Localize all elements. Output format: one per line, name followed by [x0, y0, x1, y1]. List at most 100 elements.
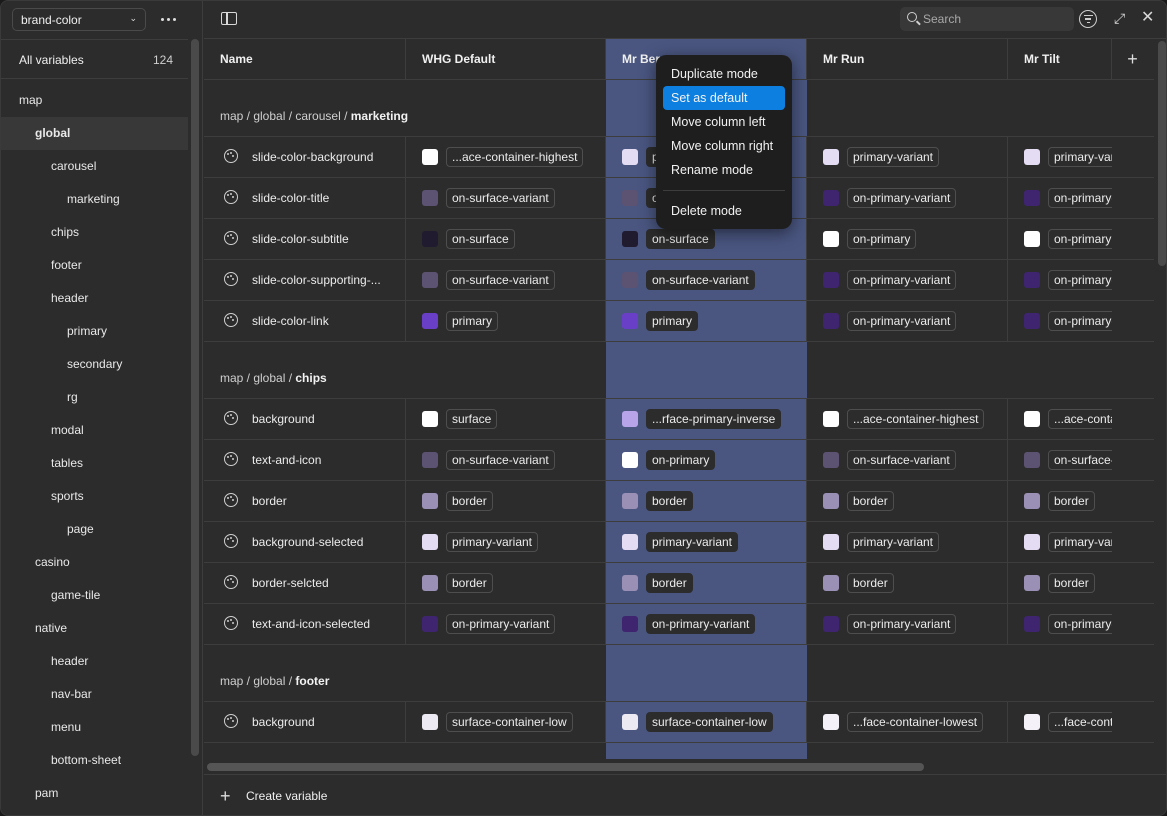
color-swatch[interactable]	[1024, 190, 1040, 206]
color-swatch[interactable]	[622, 190, 638, 206]
value-cell[interactable]: primary-variant	[807, 522, 1008, 562]
color-swatch[interactable]	[1024, 411, 1040, 427]
alias-chip[interactable]: primary-variant	[1048, 532, 1112, 552]
value-cell[interactable]: primary	[606, 301, 807, 341]
value-cell[interactable]: primary-variant	[1008, 137, 1112, 177]
alias-chip[interactable]: on-surface-variant	[446, 188, 555, 208]
all-variables-item[interactable]: All variables 124	[1, 39, 188, 79]
column-header-mr-run[interactable]: Mr Run	[807, 39, 1008, 80]
tree-item-carousel[interactable]: carousel	[1, 150, 188, 183]
value-cell[interactable]: on-primary-variant	[807, 260, 1008, 300]
value-cell[interactable]: border	[606, 563, 807, 603]
tree-item-game-tile[interactable]: game-tile	[1, 579, 188, 612]
color-swatch[interactable]	[422, 616, 438, 632]
variable-name-cell[interactable]: slide-color-subtitle	[204, 219, 406, 259]
alias-chip[interactable]: on-surface-variant	[847, 450, 956, 470]
value-cell[interactable]: ...face-container-lowest	[807, 702, 1008, 742]
value-cell[interactable]: on-primary-variant	[1008, 260, 1112, 300]
color-swatch[interactable]	[823, 411, 839, 427]
value-cell[interactable]: on-primary-variant	[1008, 604, 1112, 644]
value-cell[interactable]: on-surface-variant	[406, 178, 606, 218]
color-swatch[interactable]	[823, 575, 839, 591]
value-cell[interactable]: ...face-container-lowest	[1008, 702, 1112, 742]
tree-item-sports[interactable]: sports	[1, 480, 188, 513]
variable-name-cell[interactable]: background-selected	[204, 522, 406, 562]
alias-chip[interactable]: primary	[646, 311, 699, 331]
alias-chip[interactable]: on-surface	[646, 229, 715, 249]
color-swatch[interactable]	[622, 272, 638, 288]
table-row[interactable]: border-selcted border border border border	[204, 563, 1154, 604]
alias-chip[interactable]: on-surface-variant	[1048, 450, 1112, 470]
color-swatch[interactable]	[622, 231, 638, 247]
color-swatch[interactable]	[1024, 272, 1040, 288]
table-row[interactable]: slide-color-link primary primary on-primary…	[204, 301, 1154, 342]
variable-name-cell[interactable]: text-and-icon	[204, 440, 406, 480]
alias-chip[interactable]: surface	[446, 409, 498, 429]
value-cell[interactable]: ...ace-container-highest	[1008, 399, 1112, 439]
color-swatch[interactable]	[1024, 575, 1040, 591]
tree-item-header[interactable]: header	[1, 282, 188, 315]
menu-item-duplicate-mode[interactable]: Duplicate mode	[663, 62, 785, 86]
more-options-icon[interactable]	[158, 10, 178, 28]
color-swatch[interactable]	[622, 411, 638, 427]
tree-item-rg[interactable]: rg	[1, 381, 188, 414]
color-swatch[interactable]	[422, 149, 438, 165]
variable-name-cell[interactable]: text-and-icon-selected	[204, 604, 406, 644]
color-swatch[interactable]	[422, 575, 438, 591]
color-swatch[interactable]	[823, 313, 839, 329]
value-cell[interactable]: border	[1008, 481, 1112, 521]
menu-item-rename-mode[interactable]: Rename mode	[663, 158, 785, 182]
alias-chip[interactable]: primary-variant	[847, 532, 940, 552]
tree-item-header[interactable]: header	[1, 645, 188, 678]
color-swatch[interactable]	[823, 493, 839, 509]
tree-item-marketing[interactable]: marketing	[1, 183, 188, 216]
color-swatch[interactable]	[1024, 231, 1040, 247]
value-cell[interactable]: on-primary	[807, 219, 1008, 259]
collection-select[interactable]: brand-color ⌄	[12, 8, 146, 31]
color-swatch[interactable]	[823, 272, 839, 288]
table-row[interactable]: text-and-icon-selected on-primary-variant…	[204, 604, 1154, 645]
variable-name-cell[interactable]: border	[204, 481, 406, 521]
value-cell[interactable]: primary	[406, 301, 606, 341]
alias-chip[interactable]: border	[847, 573, 894, 593]
menu-item-delete-mode[interactable]: Delete mode	[663, 199, 785, 223]
variable-name-cell[interactable]: background	[204, 702, 406, 742]
alias-chip[interactable]: primary-variant	[847, 147, 940, 167]
value-cell[interactable]: on-surface-variant	[406, 260, 606, 300]
tree-item-bottom-sheet[interactable]: bottom-sheet	[1, 744, 188, 777]
menu-item-move-column-right[interactable]: Move column right	[663, 134, 785, 158]
alias-chip[interactable]: surface-container-low	[646, 712, 773, 732]
alias-chip[interactable]: ...ace-container-highest	[1048, 409, 1112, 429]
tree-item-native[interactable]: native	[1, 612, 188, 645]
value-cell[interactable]: on-primary	[1008, 219, 1112, 259]
color-swatch[interactable]	[1024, 493, 1040, 509]
value-cell[interactable]: on-surface	[406, 219, 606, 259]
alias-chip[interactable]: on-primary-variant	[1048, 614, 1112, 634]
horizontal-scrollbar[interactable]	[207, 763, 924, 771]
color-swatch[interactable]	[622, 493, 638, 509]
table-row[interactable]: border border border border border	[204, 481, 1154, 522]
value-cell[interactable]: on-primary-variant	[807, 178, 1008, 218]
alias-chip[interactable]: on-primary	[646, 450, 716, 470]
alias-chip[interactable]: border	[847, 491, 894, 511]
value-cell[interactable]: border	[406, 481, 606, 521]
alias-chip[interactable]: ...face-container-lowest	[847, 712, 984, 732]
filter-icon[interactable]	[1079, 10, 1097, 28]
alias-chip[interactable]: on-primary-variant	[847, 188, 957, 208]
alias-chip[interactable]: on-primary-variant	[646, 614, 756, 634]
value-cell[interactable]: primary-variant	[807, 137, 1008, 177]
color-swatch[interactable]	[422, 190, 438, 206]
alias-chip[interactable]: on-surface	[446, 229, 515, 249]
close-icon[interactable]: ✕	[1141, 10, 1155, 26]
value-cell[interactable]: ...ace-container-highest	[807, 399, 1008, 439]
color-swatch[interactable]	[622, 149, 638, 165]
value-cell[interactable]: on-primary-variant	[406, 604, 606, 644]
alias-chip[interactable]: ...rface-primary-inverse	[646, 409, 782, 429]
alias-chip[interactable]: primary-variant	[1048, 147, 1112, 167]
tree-item-casino[interactable]: casino	[1, 546, 188, 579]
value-cell[interactable]: primary-variant	[406, 522, 606, 562]
value-cell[interactable]: on-primary-variant	[1008, 301, 1112, 341]
alias-chip[interactable]: on-primary-variant	[847, 311, 957, 331]
alias-chip[interactable]: primary-variant	[446, 532, 539, 552]
alias-chip[interactable]: on-primary-variant	[847, 270, 957, 290]
